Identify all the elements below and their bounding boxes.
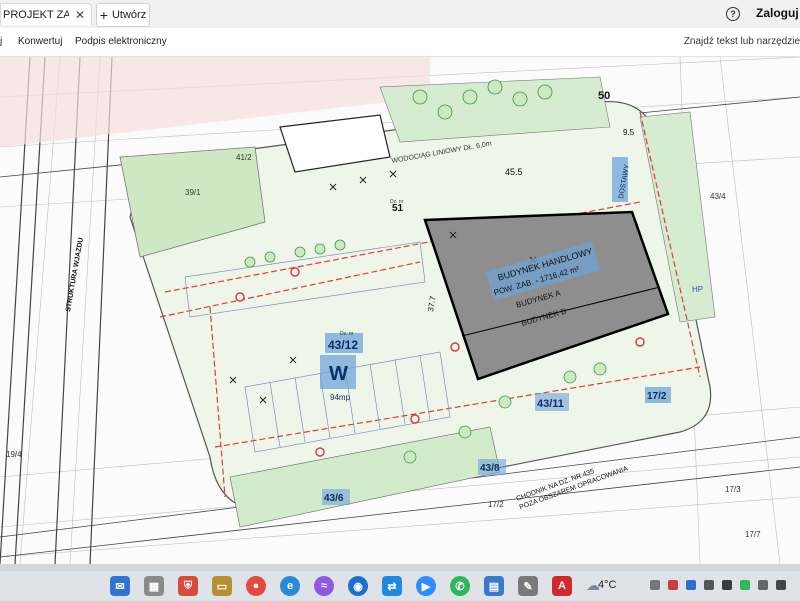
parcel-label-17-2: 17/2	[647, 391, 667, 402]
tab-document-label: PROJEKT ZAG...	[3, 8, 69, 21]
tray-icon-5[interactable]	[722, 580, 732, 590]
close-icon[interactable]: ✕	[75, 8, 85, 22]
site-plan-drawing: 50 51 39/1 41/2 43/12 17/2 43/11 43/6 43…	[0, 57, 800, 564]
help-icon[interactable]: ?	[726, 7, 740, 21]
parcel-prefix-51: Dz. nr	[390, 199, 404, 205]
parcel-label-19-4: 19/4	[6, 450, 22, 459]
parcel-label-43-11: 43/11	[537, 398, 564, 410]
menu-item-partial[interactable]: j	[0, 36, 2, 47]
tray-icon-1[interactable]	[650, 580, 660, 590]
teamviewer-icon[interactable]: ⇄	[382, 576, 402, 596]
windows-taskbar: ✉ ▦ ⛨ ▭ ● e ≈ ◉ ⇄ ▶ ✆ ▤ ✎ A ☁ 4°C	[0, 570, 800, 601]
parcel-label-43-6: 43/6	[324, 493, 344, 504]
search-tool-hint[interactable]: Znajdź tekst lub narzędzie	[684, 36, 800, 47]
messenger-icon[interactable]: ≈	[314, 576, 334, 596]
whatsapp-icon[interactable]: ✆	[450, 576, 470, 596]
road-label: STRUKTURA WJAZDU	[65, 237, 85, 312]
parcel-label-39-1: 39/1	[185, 188, 201, 197]
store-icon[interactable]: ▤	[484, 576, 504, 596]
chrome-icon[interactable]: ●	[246, 576, 266, 596]
new-tab-button[interactable]: + Utwórz	[96, 3, 150, 27]
plus-icon: +	[99, 7, 108, 23]
tray-icon-4[interactable]	[704, 580, 714, 590]
tray-icon-6[interactable]	[740, 580, 750, 590]
menu-item-e-signature[interactable]: Podpis elektroniczny	[75, 36, 167, 47]
bluetooth-icon[interactable]	[686, 580, 696, 590]
steam-icon[interactable]: ◉	[348, 576, 368, 596]
pen-icon[interactable]: ✎	[518, 576, 538, 596]
tray-icon-2[interactable]	[668, 580, 678, 590]
menu-item-convert[interactable]: Konwertuj	[18, 36, 62, 47]
tab-bar: PROJEKT ZAG... ✕ + Utwórz ? Zaloguj się	[0, 0, 800, 29]
dimension-9-5: 9.5	[623, 128, 635, 137]
mail-icon[interactable]: ✉	[110, 576, 130, 596]
zone-w-label: W	[329, 363, 348, 385]
pump-label: HP	[692, 285, 703, 294]
login-button[interactable]: Zaloguj się	[756, 6, 800, 20]
parcel-label-43-4: 43/4	[710, 192, 726, 201]
zoom-icon[interactable]: ▶	[416, 576, 436, 596]
toolbar: j Konwertuj Podpis elektroniczny Znajdź …	[0, 28, 800, 57]
parcel-label-50: 50	[598, 90, 610, 102]
zone-area-label: 94mp	[330, 393, 351, 402]
wifi-icon[interactable]	[758, 580, 768, 590]
explorer-icon[interactable]: ▭	[212, 576, 232, 596]
parcel-label-43-8: 43/8	[480, 463, 500, 474]
volume-icon[interactable]	[776, 580, 786, 590]
weather-temp[interactable]: 4°C	[598, 579, 616, 591]
parcel-prefix-43-12: Dz. nr	[340, 331, 354, 337]
dimension-45-5: 45.5	[505, 167, 523, 177]
new-tab-label: Utwórz	[111, 9, 147, 21]
tab-document[interactable]: PROJEKT ZAG... ✕	[0, 3, 92, 25]
parcel-label-17-3: 17/3	[725, 485, 741, 494]
parcel-label-43-12: 43/12	[328, 338, 358, 352]
edge-icon[interactable]: e	[280, 576, 300, 596]
security-icon[interactable]: ⛨	[178, 576, 198, 596]
document-viewer[interactable]: 50 51 39/1 41/2 43/12 17/2 43/11 43/6 43…	[0, 57, 800, 564]
parcel-label-17-7: 17/7	[745, 530, 761, 539]
parcel-label-17-2b: 17/2	[488, 500, 504, 509]
acrobat-icon[interactable]: A	[552, 576, 572, 596]
parcel-label-41-2: 41/2	[236, 153, 252, 162]
calculator-icon[interactable]: ▦	[144, 576, 164, 596]
